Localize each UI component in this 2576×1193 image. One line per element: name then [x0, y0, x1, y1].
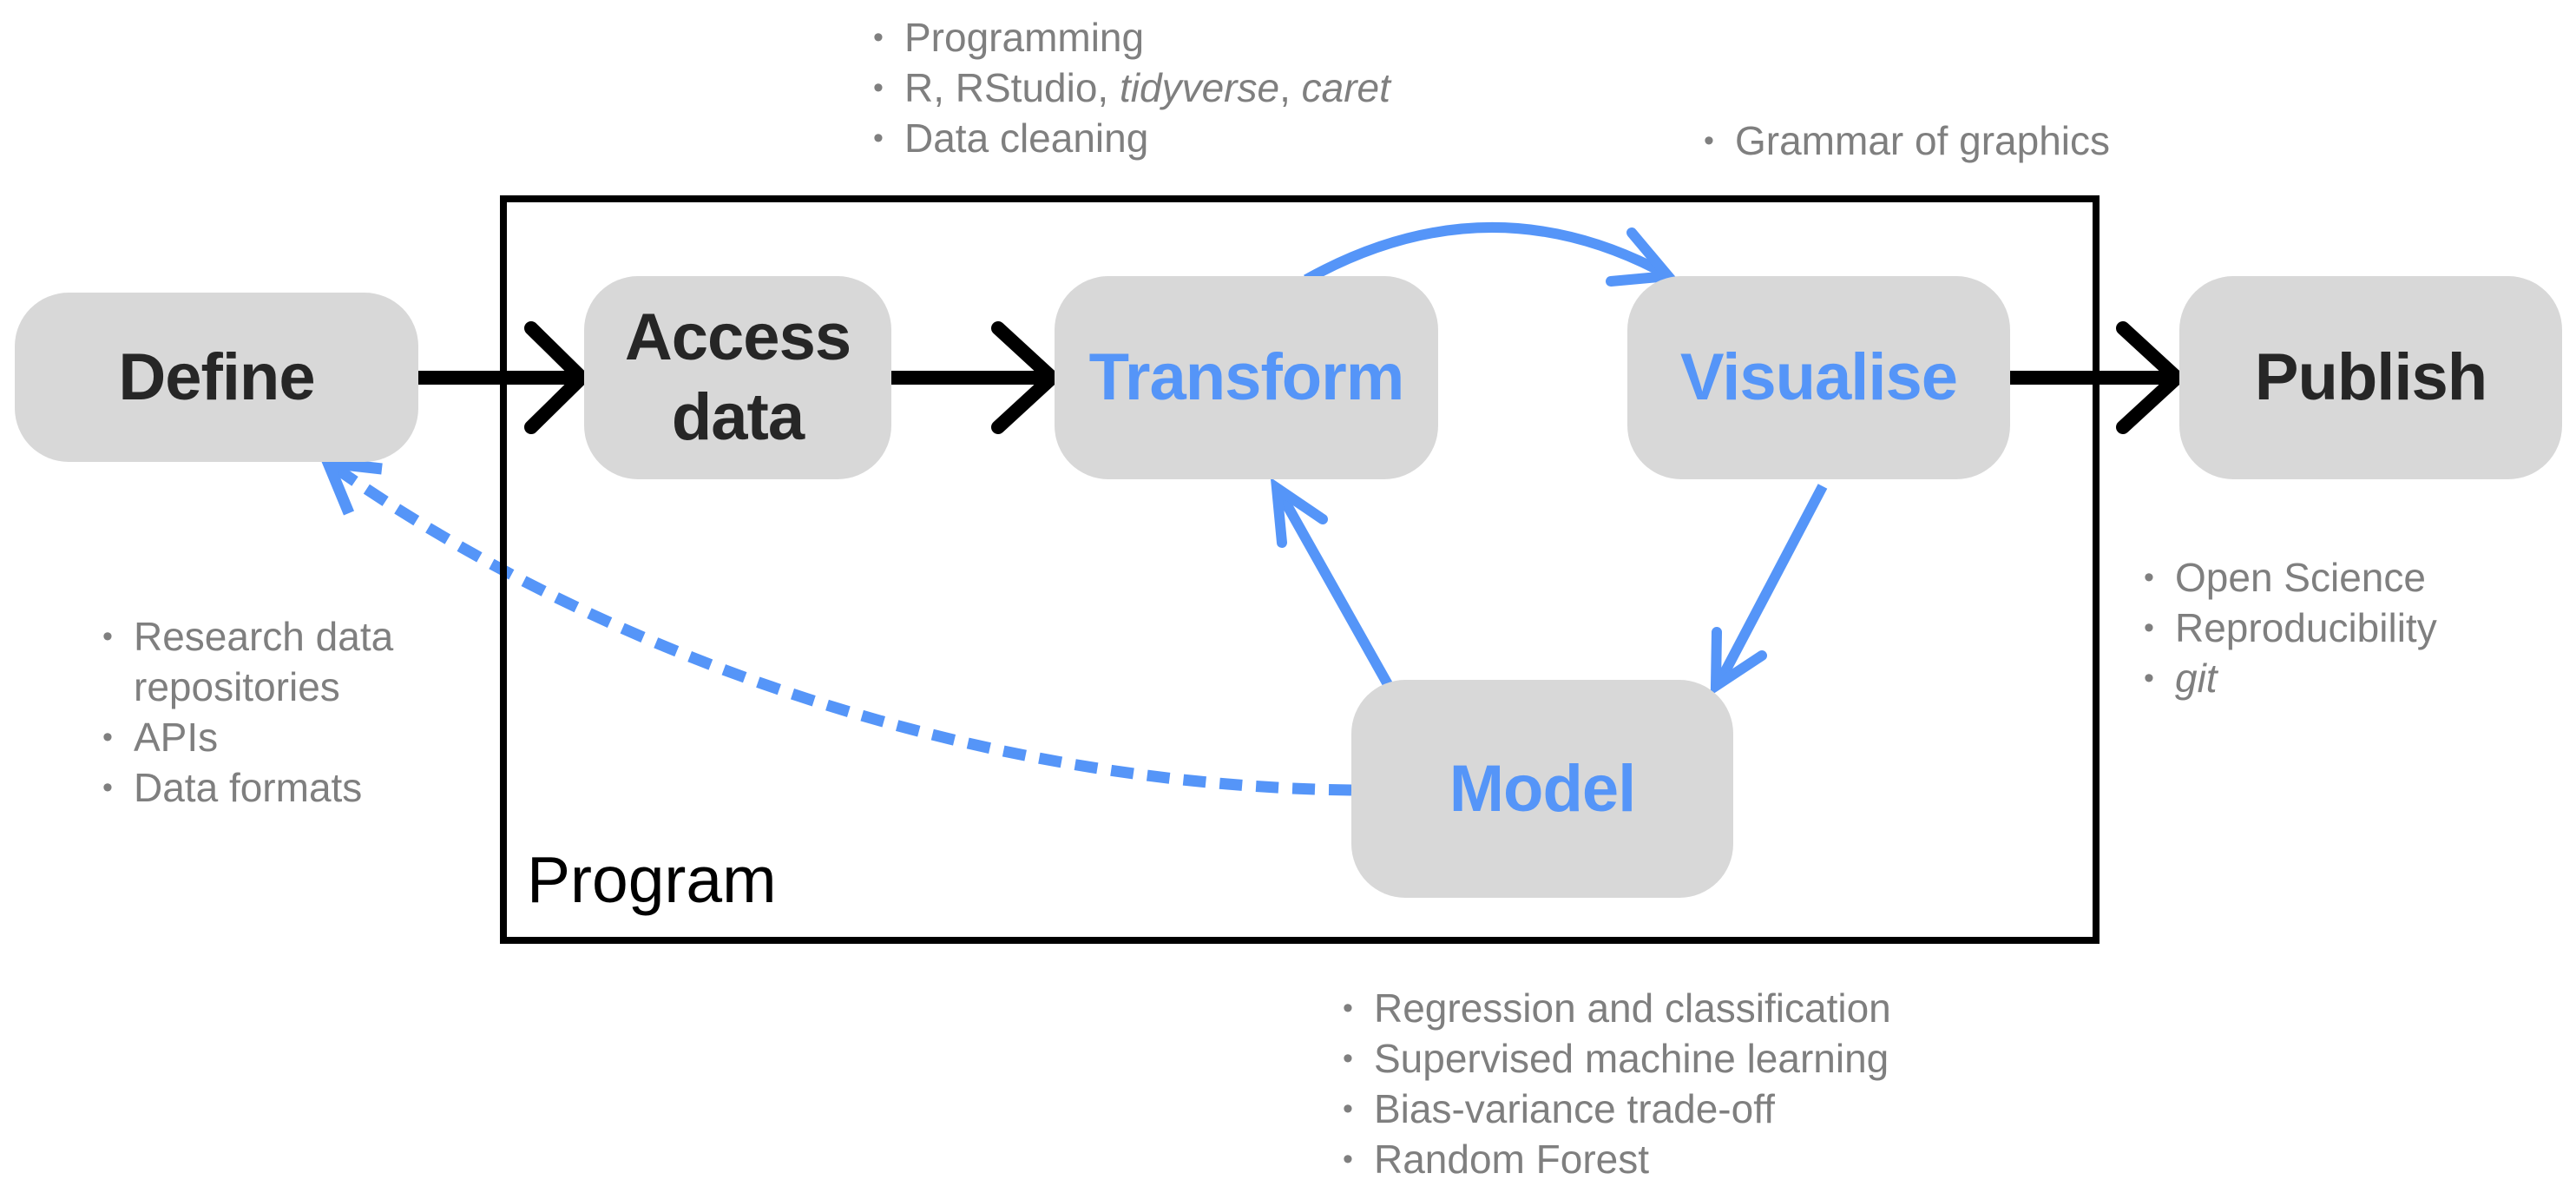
note-text: Programming — [904, 15, 1145, 60]
bullet-icon: • — [1704, 124, 1714, 157]
stage-define-label: Define — [118, 339, 315, 414]
note-item: • Grammar of graphics — [1704, 115, 2110, 166]
bullet-icon: • — [102, 771, 113, 804]
note-text: git — [2175, 656, 2218, 701]
notes-visualise: • Grammar of graphics — [1704, 115, 2110, 166]
notes-access: • Programming • R, RStudio, tidyverse, care… — [873, 12, 1390, 163]
note-text-part: tidyverse — [1120, 65, 1280, 110]
note-text: Supervised machine learning — [1374, 1036, 1889, 1081]
stage-publish-label: Publish — [2254, 340, 2487, 414]
note-item: • Regression and classification — [1343, 983, 1891, 1033]
stage-model[interactable]: Model — [1351, 680, 1733, 898]
note-item: • Research data repositories — [102, 611, 393, 712]
stage-transform[interactable]: Transform — [1055, 276, 1438, 479]
bullet-icon: • — [873, 122, 884, 155]
note-text: Bias-variance trade-off — [1374, 1086, 1775, 1131]
note-text: Data formats — [134, 765, 363, 810]
note-text: Random Forest — [1374, 1137, 1650, 1182]
stage-access-line2: data — [671, 380, 805, 454]
stage-model-label: Model — [1449, 751, 1637, 826]
note-text: Open Science — [2175, 555, 2426, 600]
notes-publish: • Open Science • Reproducibility • git — [2144, 552, 2437, 703]
stage-access-line1: Access — [624, 300, 851, 374]
notes-model: • Regression and classification • Supervise… — [1343, 983, 1891, 1184]
note-text: Research data — [134, 614, 394, 659]
note-text: Data cleaning — [904, 115, 1149, 161]
note-text: APIs — [134, 715, 219, 760]
bullet-icon: • — [873, 71, 884, 104]
note-item: • R, RStudio, tidyverse, caret — [873, 63, 1390, 113]
bullet-icon: • — [2144, 662, 2154, 695]
bullet-icon: • — [2144, 561, 2154, 594]
stage-publish[interactable]: Publish — [2179, 276, 2562, 479]
stage-visualise-label: Visualise — [1679, 340, 1958, 414]
note-text-continuation: repositories — [134, 664, 340, 709]
program-label: Program — [527, 843, 777, 916]
bullet-icon: • — [102, 620, 113, 653]
bullet-icon: • — [2144, 611, 2154, 644]
stage-visualise[interactable]: Visualise — [1627, 276, 2010, 479]
note-item: • Data formats — [102, 762, 393, 813]
note-text-part: R, RStudio, — [904, 65, 1120, 110]
note-item: • Open Science — [2144, 552, 2437, 603]
note-item: • Random Forest — [1343, 1134, 1891, 1184]
bullet-icon: • — [102, 721, 113, 754]
note-item: • Reproducibility — [2144, 603, 2437, 653]
note-text: Grammar of graphics — [1735, 118, 2111, 163]
notes-define: • Research data repositories • APIs • Data for… — [102, 611, 393, 813]
note-item: • APIs — [102, 712, 393, 762]
note-item: • Bias-variance trade-off — [1343, 1084, 1891, 1134]
bullet-icon: • — [1343, 1143, 1353, 1176]
note-text: Regression and classification — [1374, 985, 1891, 1031]
stage-transform-label: Transform — [1088, 340, 1405, 414]
note-item: • Data cleaning — [873, 113, 1390, 163]
stage-define[interactable]: Define — [15, 293, 418, 462]
bullet-icon: • — [1343, 1042, 1353, 1075]
note-text: Reproducibility — [2175, 605, 2437, 650]
stage-access-data-label: Access data — [625, 298, 851, 458]
bullet-icon: • — [1343, 992, 1353, 1025]
note-item: • Supervised machine learning — [1343, 1033, 1891, 1084]
bullet-icon: • — [1343, 1092, 1353, 1125]
note-text-part: caret — [1301, 65, 1390, 110]
note-item: • Programming — [873, 12, 1390, 63]
bullet-icon: • — [873, 21, 884, 54]
stage-access-data[interactable]: Access data — [584, 276, 891, 479]
note-item: • git — [2144, 653, 2437, 703]
note-text-part: , — [1279, 65, 1302, 110]
